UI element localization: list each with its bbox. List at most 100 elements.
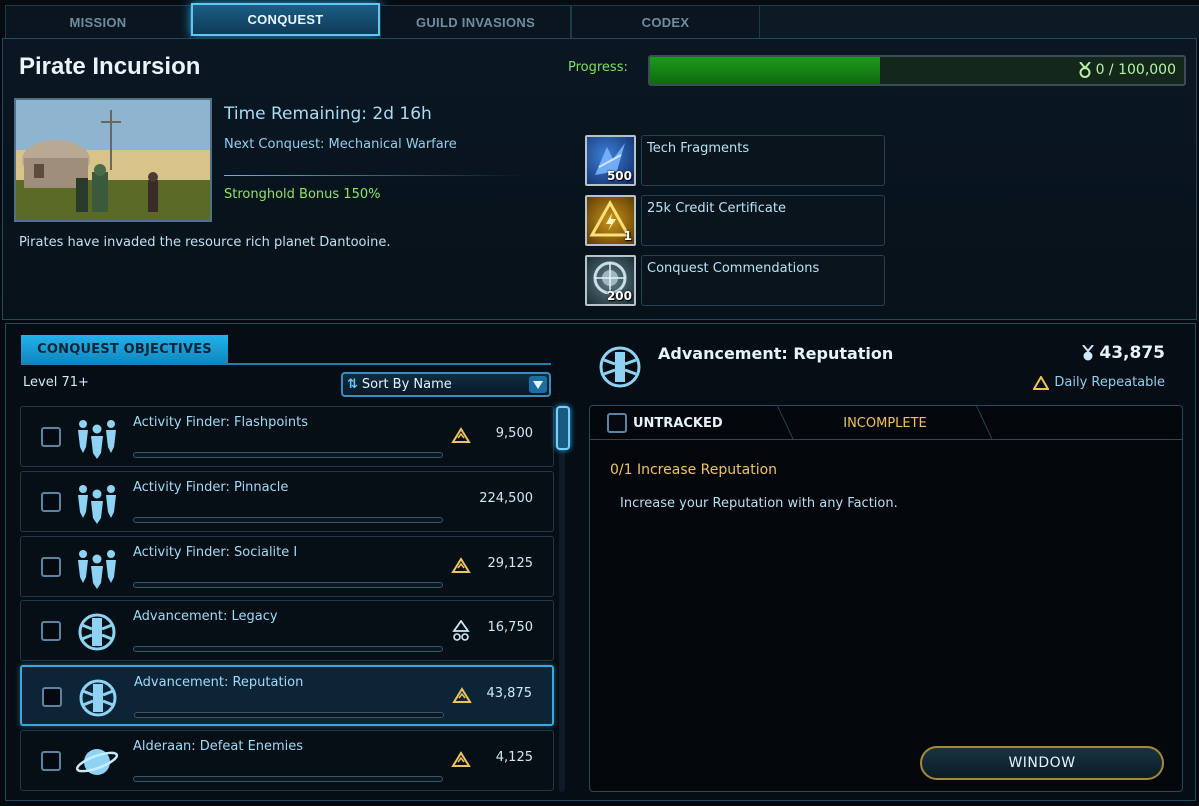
window-button[interactable]: WINDOW <box>920 746 1164 780</box>
top-tab-bar: MISSION CONQUEST GUILD INVASIONS CODEX <box>0 0 1199 38</box>
chevron-down-icon[interactable] <box>529 376 547 393</box>
daily-repeat-icon <box>452 686 472 706</box>
reward-name: 25k Credit Certificate <box>647 201 786 216</box>
repeatable-text: Daily Repeatable <box>1054 375 1165 390</box>
objective-name: Activity Finder: Flashpoints <box>133 415 309 430</box>
conquest-summary-panel: Pirate Incursion Progress: 0 / 100,000 T… <box>2 38 1197 320</box>
republic-emblem-icon <box>75 611 119 653</box>
objective-row[interactable]: Activity Finder: Pinnacle 224,500 <box>20 471 554 532</box>
progress-readout: 0 / 100,000 <box>1078 62 1176 78</box>
daily-repeat-icon <box>451 750 471 770</box>
tab-conquest[interactable]: CONQUEST <box>191 3 380 36</box>
medal-icon <box>1082 344 1095 360</box>
objective-progress-bar <box>133 517 443 523</box>
reward-name: Tech Fragments <box>647 141 750 156</box>
objective-checkbox[interactable] <box>41 492 61 512</box>
objective-name: Advancement: Reputation <box>134 675 304 690</box>
tab-guild-invasions[interactable]: GUILD INVASIONS <box>380 5 571 38</box>
reward-item[interactable]: 200 Conquest Commendations <box>585 255 885 306</box>
objective-name: Activity Finder: Pinnacle <box>133 480 289 495</box>
tab-mission[interactable]: MISSION <box>5 5 191 38</box>
objective-row[interactable]: Alderaan: Defeat Enemies 4,125 <box>20 730 554 791</box>
daily-repeat-icon <box>451 556 471 576</box>
objective-points: 9,500 <box>495 426 533 441</box>
status-incomplete: INCOMPLETE <box>777 406 993 440</box>
tech-fragments-icon: 500 <box>585 135 636 186</box>
conquest-description: Pirates have invaded the resource rich p… <box>19 235 391 250</box>
objective-name: Advancement: Legacy <box>133 609 278 624</box>
repeatable-label: Daily Repeatable <box>1033 375 1165 390</box>
republic-emblem-icon <box>76 677 120 719</box>
reward-count: 200 <box>606 289 632 303</box>
objective-checkbox[interactable] <box>42 687 62 707</box>
conquest-title: Pirate Incursion <box>19 53 201 80</box>
objective-detail-value: 43,875 <box>1081 343 1165 363</box>
objective-name: Activity Finder: Socialite I <box>133 545 298 560</box>
credit-certificate-icon: 1 <box>585 195 636 246</box>
objectives-tab-underline <box>21 363 551 365</box>
progress-text: 0 / 100,000 <box>1095 62 1176 78</box>
objective-row[interactable]: Advancement: Reputation 43,875 <box>20 665 554 726</box>
objective-points: 29,125 <box>487 556 534 571</box>
objective-row[interactable]: Advancement: Legacy 16,750 <box>20 600 554 661</box>
objectives-panel: CONQUEST OBJECTIVES Level 71+ ⇅ Sort By … <box>5 323 1196 801</box>
daily-repeat-icon <box>451 426 471 446</box>
objective-detail-panel: UNTRACKED INCOMPLETE 0/1 Increase Reputa… <box>589 405 1183 792</box>
time-remaining: Time Remaining: 2d 16h <box>224 104 432 124</box>
objective-name: Alderaan: Defeat Enemies <box>133 739 304 754</box>
objective-points: 43,875 <box>486 686 533 701</box>
group-icon <box>75 417 119 459</box>
planet-icon <box>75 741 119 783</box>
reward-name-box: 25k Credit Certificate <box>641 195 885 246</box>
objective-checkbox[interactable] <box>41 427 61 447</box>
reward-name-box: Conquest Commendations <box>641 255 885 306</box>
planet-image <box>14 98 212 222</box>
sort-dropdown[interactable]: ⇅ Sort By Name <box>341 372 551 397</box>
scrollbar-track[interactable] <box>559 406 565 792</box>
objective-task: 0/1 Increase Reputation <box>610 462 778 478</box>
stronghold-bonus: Stronghold Bonus 150% <box>224 187 381 202</box>
conquest-progress-bar: 0 / 100,000 <box>648 55 1186 86</box>
sort-icon: ⇅ <box>347 377 358 392</box>
scrollbar-thumb[interactable] <box>556 406 570 450</box>
reward-item[interactable]: 1 25k Credit Certificate <box>585 195 885 246</box>
objective-detail-title: Advancement: Reputation <box>658 344 894 363</box>
incomplete-label: INCOMPLETE <box>843 415 927 431</box>
untracked-label: UNTRACKED <box>633 415 723 431</box>
track-toggle[interactable]: UNTRACKED <box>590 406 780 440</box>
reward-name: Conquest Commendations <box>647 261 820 276</box>
objective-detail-points: 43,875 <box>1099 343 1165 363</box>
objective-row[interactable]: Activity Finder: Socialite I 29,125 <box>20 536 554 597</box>
objective-progress-bar <box>133 582 443 588</box>
objective-checkbox[interactable] <box>41 557 61 577</box>
objective-checkbox[interactable] <box>41 621 61 641</box>
reward-count: 500 <box>606 169 632 183</box>
objective-progress-bar <box>133 646 443 652</box>
reward-count: 1 <box>623 229 632 243</box>
next-conquest: Next Conquest: Mechanical Warfare <box>224 137 457 152</box>
progress-label: Progress: <box>568 60 628 75</box>
divider <box>224 175 524 176</box>
objective-points: 224,500 <box>479 491 533 506</box>
objective-points: 16,750 <box>487 620 534 635</box>
conquest-commendations-icon: 200 <box>585 255 636 306</box>
objective-status-tabs: UNTRACKED INCOMPLETE <box>590 406 1182 440</box>
daily-repeat-icon <box>1033 375 1050 390</box>
sort-label: Sort By Name <box>361 377 452 392</box>
objective-checkbox[interactable] <box>41 751 61 771</box>
group-icon <box>75 482 119 524</box>
republic-emblem-icon <box>596 344 644 390</box>
objective-task-description: Increase your Reputation with any Factio… <box>620 496 898 511</box>
tab-conquest-objectives[interactable]: CONQUEST OBJECTIVES <box>21 335 228 364</box>
objective-row[interactable]: Activity Finder: Flashpoints 9,500 <box>20 406 554 467</box>
level-requirement: Level 71+ <box>23 375 89 390</box>
planet-scene-art <box>16 100 210 220</box>
tab-codex[interactable]: CODEX <box>571 5 760 38</box>
reward-name-box: Tech Fragments <box>641 135 885 186</box>
medal-icon <box>1078 62 1091 78</box>
reward-item[interactable]: 500 Tech Fragments <box>585 135 885 186</box>
track-checkbox[interactable] <box>607 413 627 433</box>
objective-progress-bar <box>133 452 443 458</box>
objective-points: 4,125 <box>495 750 533 765</box>
objective-progress-bar <box>133 776 443 782</box>
